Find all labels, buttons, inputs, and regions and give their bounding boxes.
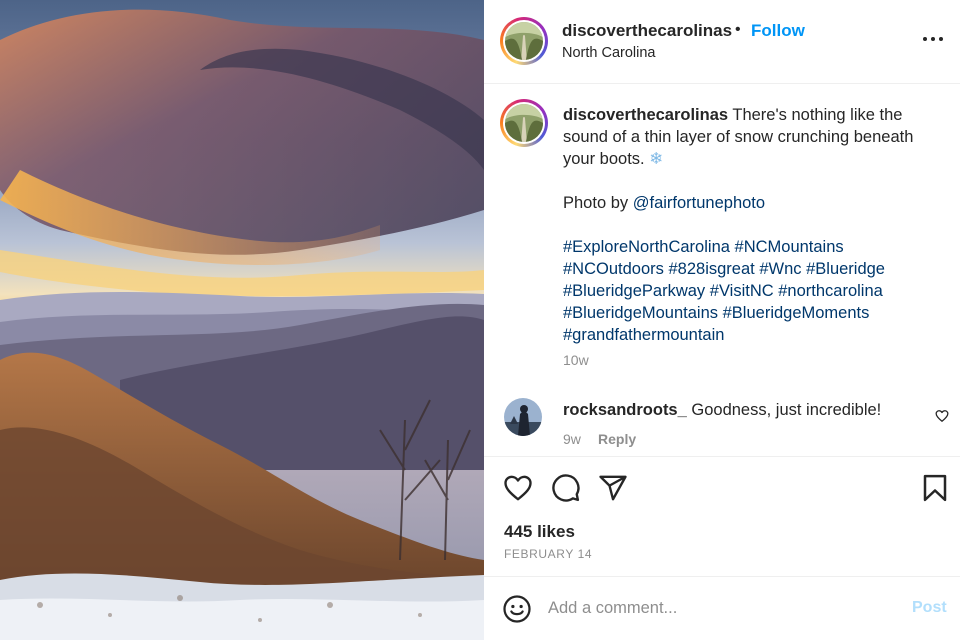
action-bar: 445 likes FEBRUARY 14 <box>484 456 960 576</box>
landscape-photo <box>0 0 484 640</box>
post-header: discoverthecarolinas • Follow North Caro… <box>484 0 960 84</box>
author-avatar[interactable] <box>500 17 548 65</box>
hashtag[interactable]: #ExploreNorthCarolina <box>563 238 730 256</box>
hashtag[interactable]: #828isgreat <box>668 260 754 278</box>
commenter-avatar[interactable] <box>504 398 542 436</box>
avatar-image <box>505 104 543 142</box>
post-photo[interactable] <box>0 0 484 640</box>
emoji-icon[interactable] <box>502 594 532 624</box>
hashtag[interactable]: #BlueridgeMoments <box>723 304 870 322</box>
share-icon[interactable] <box>598 473 628 503</box>
more-options-icon[interactable] <box>922 32 944 46</box>
post-button[interactable]: Post <box>912 599 947 617</box>
comment-body: Goodness, just incredible! <box>691 401 882 419</box>
caption-text: discoverthecarolinas There's nothing lik… <box>563 104 933 346</box>
comment-icon[interactable] <box>551 473 581 503</box>
comment-timestamp: 9w <box>563 431 581 447</box>
separator-dot: • <box>735 21 741 38</box>
hashtag[interactable]: #BlueridgeMountains <box>563 304 718 322</box>
photo-credit-handle[interactable]: @fairfortunephoto <box>633 194 765 212</box>
caption-timestamp: 10w <box>563 352 589 368</box>
add-comment-bar: Post <box>484 576 960 640</box>
caption-username[interactable]: discoverthecarolinas <box>563 106 728 124</box>
commenter-username[interactable]: rocksandroots_ <box>563 401 687 419</box>
caption-author-avatar[interactable] <box>500 99 548 147</box>
hashtag[interactable]: #NCOutdoors <box>563 260 664 278</box>
hashtag[interactable]: #Wnc <box>759 260 801 278</box>
avatar-image <box>505 22 543 60</box>
hashtag[interactable]: #NCMountains <box>735 238 844 256</box>
comment-input[interactable] <box>548 593 888 623</box>
hashtag[interactable]: #grandfathermountain <box>563 326 724 344</box>
hashtag[interactable]: #BlueridgeParkway <box>563 282 705 300</box>
bookmark-icon[interactable] <box>920 473 950 503</box>
hashtag[interactable]: #VisitNC <box>710 282 774 300</box>
comment-text: rocksandroots_ Goodness, just incredible… <box>563 401 881 420</box>
photo-credit-prefix: Photo by <box>563 194 629 212</box>
post-location[interactable]: North Carolina <box>562 45 656 61</box>
avatar-image <box>504 398 542 436</box>
follow-button[interactable]: Follow <box>751 21 805 41</box>
heart-icon[interactable] <box>503 473 533 503</box>
hashtag-list: #ExploreNorthCarolina #NCMountains #NCOu… <box>563 236 933 346</box>
photo-credit: Photo by @fairfortunephoto <box>563 192 933 214</box>
hashtag[interactable]: #northcarolina <box>778 282 883 300</box>
reply-button[interactable]: Reply <box>598 431 636 447</box>
snowflake-emoji: ❄ <box>649 150 664 168</box>
comment-heart-icon[interactable] <box>935 409 949 423</box>
author-username[interactable]: discoverthecarolinas <box>562 21 732 41</box>
post-date: FEBRUARY 14 <box>504 547 593 561</box>
hashtag[interactable]: #Blueridge <box>806 260 885 278</box>
post-panel: discoverthecarolinas • Follow North Caro… <box>484 0 960 640</box>
like-count[interactable]: 445 likes <box>504 522 575 542</box>
comment-item: rocksandroots_ Goodness, just incredible… <box>484 396 960 456</box>
